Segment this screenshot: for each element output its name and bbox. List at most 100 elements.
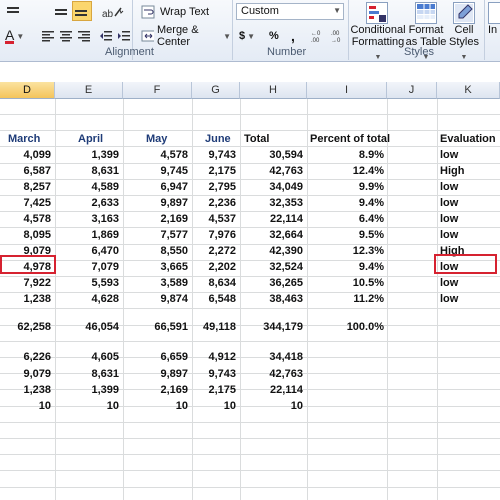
- stat-cell-may: 10: [175, 400, 188, 412]
- cell-styles-button[interactable]: Cell Styles ▼: [446, 24, 482, 64]
- increase-decimal-button[interactable]: ←0.00: [310, 26, 328, 46]
- merge-center-label: Merge & Center: [157, 24, 199, 48]
- header-percent-of-total: Percent of total: [310, 133, 391, 145]
- table-cell-may: 4,578: [160, 149, 188, 161]
- table-cell-april: 8,631: [91, 165, 119, 177]
- styles-group-label: Styles: [404, 46, 434, 58]
- table-cell-april: 3,163: [91, 213, 119, 225]
- align-top-icon: [7, 7, 19, 13]
- column-header-f[interactable]: F: [123, 82, 192, 99]
- table-cell-evaluation: low: [440, 293, 459, 305]
- increase-indent-button[interactable]: [116, 26, 132, 46]
- gridline: [0, 373, 500, 374]
- table-cell-total: 42,390: [269, 245, 303, 257]
- gridline: [0, 260, 500, 261]
- align-left-button[interactable]: [40, 26, 56, 46]
- column-header-h[interactable]: H: [240, 82, 307, 99]
- stat-cell-june: 9,743: [208, 368, 236, 380]
- header-march: March: [8, 133, 41, 145]
- gridline: [0, 195, 500, 196]
- align-bottom-button[interactable]: [72, 1, 92, 21]
- gridline: [437, 99, 438, 500]
- column-header-d[interactable]: D: [0, 82, 55, 99]
- table-cell-may: 7,577: [160, 229, 188, 241]
- comma-button[interactable]: ,: [290, 26, 300, 46]
- chevron-down-icon: ▼: [223, 31, 231, 41]
- gridline: [240, 99, 241, 500]
- stat-cell-june: 10: [223, 400, 236, 412]
- gridline: [0, 454, 500, 455]
- column-header-k[interactable]: K: [437, 82, 500, 99]
- table-cell-march: 7,922: [23, 277, 51, 289]
- stat-cell-march: 9,079: [23, 368, 51, 380]
- alignment-group-label: Alignment: [105, 46, 154, 58]
- gridline: [0, 422, 500, 423]
- table-cell-percent: 9.9%: [358, 181, 384, 193]
- decrease-indent-button[interactable]: [98, 26, 114, 46]
- gridline: [0, 276, 500, 277]
- chevron-down-icon: ▼: [16, 31, 25, 41]
- svg-text:ab: ab: [102, 9, 114, 19]
- gridline: [0, 308, 500, 309]
- stat-cell-total: 22,114: [269, 384, 303, 396]
- percent-icon: %: [269, 30, 279, 42]
- column-header-e[interactable]: E: [55, 82, 123, 99]
- decrease-decimal-icon: .00→0: [331, 31, 341, 43]
- gridline: [123, 99, 124, 500]
- orientation-button[interactable]: ab: [100, 2, 126, 22]
- stat-cell-total: 10: [290, 400, 303, 412]
- cell-styles-icon[interactable]: [453, 2, 475, 24]
- number-format-select[interactable]: Custom ▼: [236, 3, 344, 20]
- align-left-icon: [42, 31, 54, 42]
- column-header-g[interactable]: G: [192, 82, 240, 99]
- font-color-button[interactable]: A ▼: [4, 26, 30, 46]
- table-cell-june: 2,236: [208, 197, 236, 209]
- percent-button[interactable]: %: [268, 26, 282, 46]
- stat-cell-june: 2,175: [208, 384, 236, 396]
- table-cell-april: 7,079: [91, 261, 119, 273]
- font-color-icon: A: [5, 26, 15, 44]
- table-cell-may: 8,550: [160, 245, 188, 257]
- merge-center-icon: [141, 30, 154, 42]
- table-cell-april: 6,470: [91, 245, 119, 257]
- total-cell-march: 62,258: [17, 321, 51, 333]
- insert-icon[interactable]: [488, 2, 500, 24]
- chevron-down-icon: ▼: [247, 31, 256, 41]
- stat-cell-april: 8,631: [91, 368, 119, 380]
- align-top-button[interactable]: [4, 2, 22, 22]
- align-center-icon: [60, 31, 72, 42]
- gridline: [0, 325, 500, 326]
- table-cell-evaluation: low: [440, 181, 459, 193]
- conditional-formatting-icon[interactable]: [366, 2, 388, 24]
- insert-button-partial[interactable]: In: [488, 24, 500, 36]
- table-cell-total: 30,594: [269, 149, 303, 161]
- wrap-text-button[interactable]: Wrap Text: [140, 2, 230, 22]
- header-june: June: [205, 133, 231, 145]
- ribbon: ab Wrap Text A ▼ Merge & Center ▼ Alignm…: [0, 0, 500, 62]
- align-right-button[interactable]: [76, 26, 92, 46]
- column-header-i[interactable]: I: [307, 82, 387, 99]
- merge-center-button[interactable]: Merge & Center ▼: [140, 24, 232, 48]
- total-cell-total: 344,179: [263, 321, 303, 333]
- table-cell-may: 2,169: [160, 213, 188, 225]
- currency-button[interactable]: $ ▼: [238, 26, 260, 46]
- align-center-button[interactable]: [58, 26, 74, 46]
- decrease-decimal-button[interactable]: .00 →0: [330, 26, 348, 46]
- highlight-box-march: [0, 255, 56, 274]
- format-as-table-icon[interactable]: [415, 2, 437, 24]
- gridline: [0, 130, 500, 131]
- column-header-j[interactable]: J: [387, 82, 437, 99]
- conditional-formatting-button[interactable]: Conditional Formatting ▼: [350, 24, 406, 64]
- total-cell-percent: 100.0%: [346, 321, 384, 333]
- gridline: [0, 470, 500, 471]
- table-cell-june: 6,548: [208, 293, 236, 305]
- gridline: [0, 114, 500, 115]
- table-cell-march: 4,099: [23, 149, 51, 161]
- table-cell-april: 1,869: [91, 229, 119, 241]
- format-as-table-button[interactable]: Format as Table ▼: [404, 24, 448, 64]
- highlight-box-evaluation: [434, 254, 497, 274]
- table-cell-evaluation: low: [440, 197, 459, 209]
- align-middle-button[interactable]: [52, 2, 70, 22]
- table-cell-evaluation: low: [440, 229, 459, 241]
- table-cell-percent: 11.2%: [353, 293, 384, 305]
